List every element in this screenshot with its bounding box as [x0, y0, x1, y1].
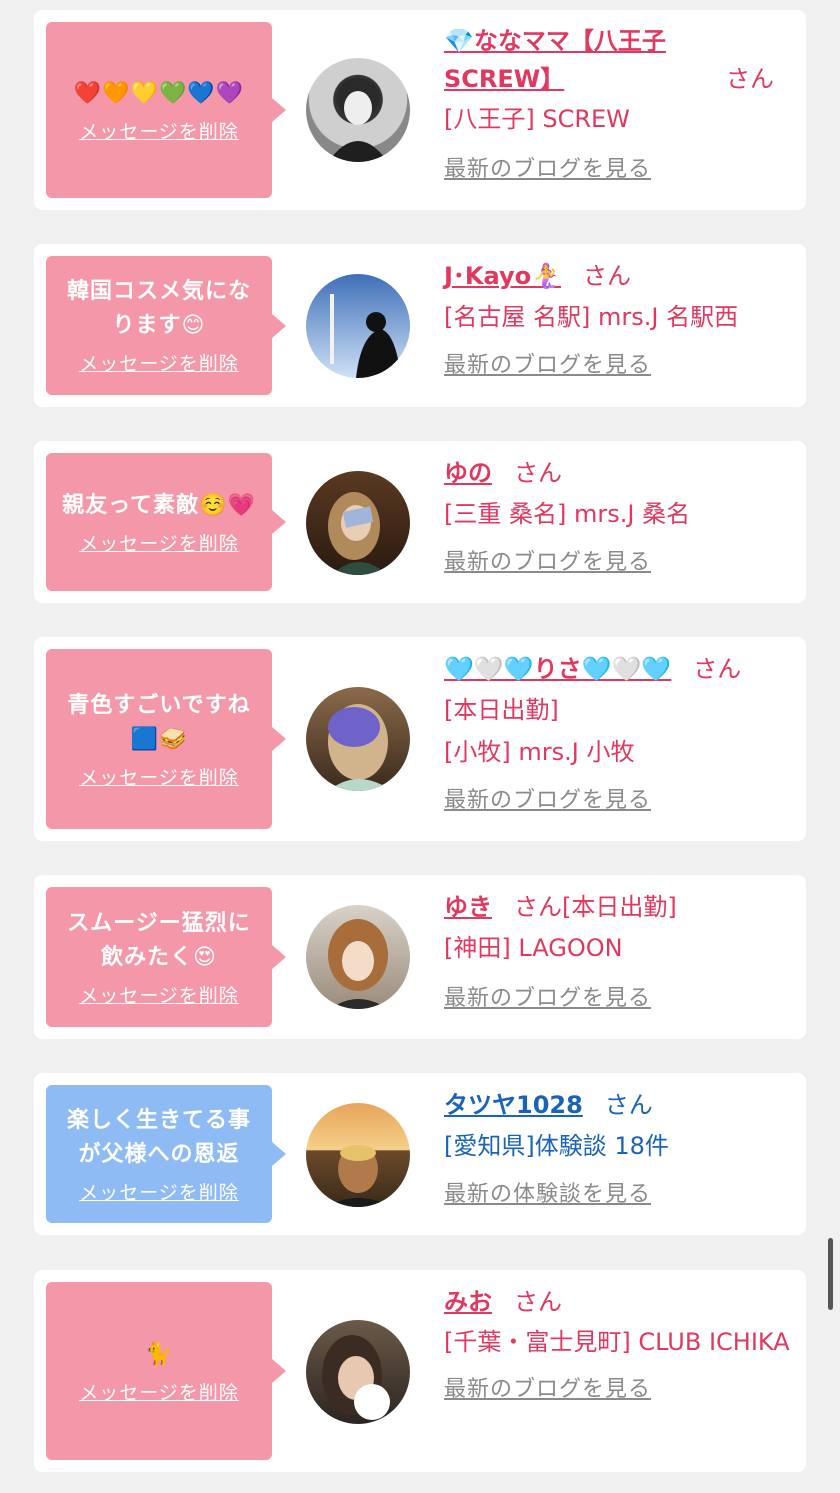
avatar-photo: [322, 1335, 390, 1420]
message-text: ❤️🧡💛💚💙💜: [73, 80, 245, 106]
avatar[interactable]: [306, 58, 410, 162]
review-info: [愛知県]体験談 18件: [444, 1132, 669, 1160]
message-bubble: 青色すごいですね🟦🥪 メッセージを削除: [46, 649, 286, 829]
sender-info: 💎ななママ【八王子SCREW】 さん [八王子] SCREW 最新のブログを見る: [444, 22, 794, 190]
sender-info: タツヤ1028 さん [愛知県]体験談 18件 最新の体験談を見る: [444, 1085, 794, 1215]
message-card: 青色すごいですね🟦🥪 メッセージを削除 🩵🤍🩵りさ🩵🤍🩵 さん [本日出勤] [小…: [34, 637, 806, 841]
sender-info: ゆき さん[本日出勤] [神田] LAGOON 最新のブログを見る: [444, 887, 794, 1019]
latest-blog-link[interactable]: 最新のブログを見る: [444, 979, 794, 1019]
avatar-photo: [328, 492, 388, 575]
avatar[interactable]: [306, 274, 410, 378]
avatar-photo: [326, 1145, 392, 1207]
message-text: スムージー猛烈に飲みたく😍: [67, 910, 251, 970]
message-text: 青色すごいですね🟦🥪: [67, 692, 251, 752]
message-bubble: 🐈 メッセージを削除: [46, 1282, 286, 1460]
shop-info: [小牧] mrs.J 小牧: [444, 738, 635, 766]
honorific-label: さん: [693, 655, 742, 683]
sender-name-link[interactable]: 💎ななママ【八王子SCREW】: [444, 22, 704, 98]
sender-name-link[interactable]: タツヤ1028: [444, 1091, 583, 1119]
delete-message-link[interactable]: メッセージを削除: [79, 763, 239, 790]
avatar[interactable]: [306, 1103, 410, 1207]
shop-info: [神田] LAGOON: [444, 934, 623, 962]
avatar-photo: [328, 919, 388, 1009]
avatar-photo: [330, 294, 401, 378]
sender-name-link[interactable]: ゆき: [444, 893, 492, 921]
message-card: 🐈 メッセージを削除 みお さん [千葉・富士見町] CLUB ICHIKA 最新…: [34, 1270, 806, 1472]
message-text: 楽しく生きてる事が父様への恩返: [66, 1107, 251, 1167]
delete-message-link[interactable]: メッセージを削除: [79, 1378, 239, 1405]
message-text: 親友って素敵☺️💗: [62, 492, 256, 518]
status-label: [本日出勤]: [444, 696, 559, 724]
latest-blog-link[interactable]: 最新のブログを見る: [444, 150, 794, 190]
honorific-label: さん: [514, 1288, 562, 1316]
message-bubble: 楽しく生きてる事が父様への恩返 メッセージを削除: [46, 1085, 286, 1223]
sender-info: 🩵🤍🩵りさ🩵🤍🩵 さん [本日出勤] [小牧] mrs.J 小牧 最新のブログを見…: [444, 649, 794, 821]
avatar-photo: [328, 704, 392, 791]
avatar[interactable]: [306, 471, 410, 575]
honorific-label: さん: [604, 1091, 653, 1119]
shop-info: [名古屋 名駅] mrs.J 名駅西: [444, 303, 739, 331]
avatar[interactable]: [306, 905, 410, 1009]
shop-info: [八王子] SCREW: [444, 105, 630, 133]
message-bubble: 韓国コスメ気になります😊 メッセージを削除: [46, 256, 286, 395]
avatar[interactable]: [306, 687, 410, 791]
delete-message-link[interactable]: メッセージを削除: [79, 529, 239, 556]
latest-blog-link[interactable]: 最新のブログを見る: [444, 781, 794, 821]
sender-name-link[interactable]: みお: [444, 1288, 492, 1316]
honorific-label: さん: [583, 262, 631, 290]
delete-message-link[interactable]: メッセージを削除: [79, 981, 239, 1008]
sender-info: みお さん [千葉・富士見町] CLUB ICHIKA 最新のブログを見る: [444, 1282, 794, 1410]
avatar[interactable]: [306, 1320, 410, 1424]
delete-message-link[interactable]: メッセージを削除: [79, 117, 239, 144]
message-bubble: 親友って素敵☺️💗 メッセージを削除: [46, 453, 286, 591]
honorific-label: さん: [514, 893, 562, 921]
latest-review-link[interactable]: 最新の体験談を見る: [444, 1175, 794, 1215]
latest-blog-link[interactable]: 最新のブログを見る: [444, 543, 794, 583]
sender-info: ゆの さん [三重 桑名] mrs.J 桑名 最新のブログを見る: [444, 453, 794, 583]
message-card: 楽しく生きてる事が父様への恩返 メッセージを削除 タツヤ1028 さん [愛知県]…: [34, 1073, 806, 1235]
sender-name-link[interactable]: ゆの: [444, 459, 492, 487]
message-card: 親友って素敵☺️💗 メッセージを削除 ゆの さん [三重 桑名] mrs.J 桑名…: [34, 441, 806, 603]
message-card: スムージー猛烈に飲みたく😍 メッセージを削除 ゆき さん[本日出勤] [神田] L…: [34, 875, 806, 1039]
honorific-label: さん: [726, 65, 774, 93]
message-text: 🐈: [144, 1341, 174, 1367]
sender-info: J･Kayo🧜‍♀️ さん [名古屋 名駅] mrs.J 名駅西 最新のブログを見…: [444, 256, 794, 386]
status-label: [本日出勤]: [562, 893, 677, 921]
honorific-label: さん: [514, 459, 562, 487]
shop-info: [千葉・富士見町] CLUB ICHIKA: [444, 1328, 790, 1356]
delete-message-link[interactable]: メッセージを削除: [79, 1178, 239, 1205]
message-bubble: スムージー猛烈に飲みたく😍 メッセージを削除: [46, 887, 286, 1027]
message-card: ❤️🧡💛💚💙💜 メッセージを削除 💎ななママ【八王子SCREW】 さん [八王子]…: [34, 10, 806, 210]
message-bubble: ❤️🧡💛💚💙💜 メッセージを削除: [46, 22, 286, 198]
message-card: 韓国コスメ気になります😊 メッセージを削除 J･Kayo🧜‍♀️ さん [名古屋 …: [34, 244, 806, 407]
sender-name-link[interactable]: 🩵🤍🩵りさ🩵🤍🩵: [444, 655, 671, 683]
delete-message-link[interactable]: メッセージを削除: [79, 349, 239, 376]
avatar-photo: [328, 78, 388, 162]
latest-blog-link[interactable]: 最新のブログを見る: [444, 1370, 794, 1410]
sender-name-link[interactable]: J･Kayo🧜‍♀️: [444, 262, 561, 290]
latest-blog-link[interactable]: 最新のブログを見る: [444, 346, 794, 386]
message-text: 韓国コスメ気になります😊: [66, 279, 251, 338]
shop-info: [三重 桑名] mrs.J 桑名: [444, 500, 691, 528]
scrollbar[interactable]: [828, 1238, 833, 1310]
